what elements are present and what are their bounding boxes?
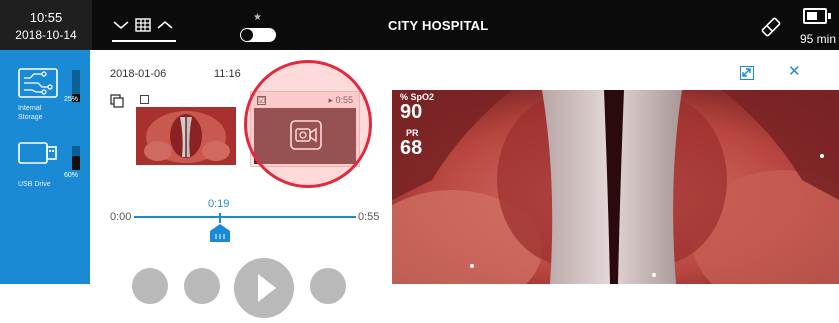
battery-remaining: 95 min: [800, 32, 837, 46]
highlight-ring: [244, 60, 372, 188]
select-all-icon[interactable]: [110, 94, 124, 108]
view-switcher-underline: [112, 40, 176, 42]
datetime-display: 10:55 2018-10-14: [0, 0, 92, 50]
video-frame[interactable]: % SpO2 90 PR 68: [392, 90, 839, 284]
storage-usb[interactable]: 60% USB Drive: [14, 138, 90, 188]
image-thumbnail[interactable]: [134, 91, 238, 167]
toggle-switch[interactable]: [240, 28, 276, 42]
grid-icon: [135, 18, 151, 32]
star-icon: ★: [253, 12, 262, 23]
clock-date: 2018-10-14: [15, 28, 77, 42]
usb-drive-icon: [18, 142, 57, 164]
storage-internal[interactable]: 25% Internal Storage: [14, 68, 90, 128]
chevron-down-icon: [113, 21, 129, 30]
larynx-image: [136, 107, 236, 165]
session-time: 11:16: [214, 68, 241, 80]
playback-controls: [130, 256, 370, 320]
favorite-toggle[interactable]: ★: [240, 12, 280, 44]
chevron-up-icon: [157, 20, 173, 29]
timeline-end: 0:55: [358, 211, 380, 223]
thumbnail-checkbox[interactable]: [140, 95, 149, 104]
internal-storage-label: Internal Storage: [18, 105, 43, 121]
expand-icon[interactable]: [740, 66, 754, 80]
play-button[interactable]: [232, 256, 296, 320]
close-icon[interactable]: ✕: [788, 62, 801, 80]
timeline-marker: [219, 213, 221, 223]
timeline-start: 0:00: [110, 211, 132, 223]
spo2-value: 90: [400, 101, 423, 123]
play-icon: [258, 274, 276, 302]
battery-fill: [807, 12, 817, 20]
timeline-current: 0:19: [208, 198, 230, 210]
media-panel: 2018-01-06 11:16 ☑ ▸ 0:55 0:00 0:55 0:19: [90, 50, 390, 320]
usb-drive-label: USB Drive: [18, 181, 51, 188]
usb-drive-gauge-fill: [72, 156, 80, 170]
timeline-handle[interactable]: [209, 223, 231, 243]
usb-drive-pct: 60%: [64, 172, 79, 179]
timeline-track[interactable]: [134, 216, 356, 218]
session-date: 2018-01-06: [110, 68, 167, 80]
storage-sidebar: 25% Internal Storage 60% USB Drive: [0, 50, 90, 284]
battery-indicator: 95 min: [800, 6, 836, 46]
rewind-button[interactable]: [182, 266, 222, 306]
toggle-knob: [241, 29, 253, 41]
usb-drive-gauge: [72, 146, 80, 170]
forward-button[interactable]: [308, 266, 348, 306]
battery-icon: [803, 8, 827, 24]
pr-value: 68: [400, 137, 423, 159]
top-bar: 10:55 2018-10-14 ★ CITY HOSPITAL 95 min: [0, 0, 839, 50]
clock-time: 10:55: [29, 10, 63, 25]
view-switcher[interactable]: [112, 14, 176, 42]
view-switcher-icons: [113, 18, 173, 32]
hospital-name: CITY HOSPITAL: [388, 18, 489, 33]
internal-storage-pct: 25%: [64, 96, 79, 103]
larynx-video: [392, 90, 839, 284]
media-viewer: ✕ % SpO2 90 PR 68: [390, 50, 839, 284]
skip-back-button[interactable]: [130, 266, 170, 306]
internal-storage-icon: [18, 68, 58, 98]
battery-nub: [828, 13, 831, 19]
eraser-icon[interactable]: [758, 14, 784, 40]
